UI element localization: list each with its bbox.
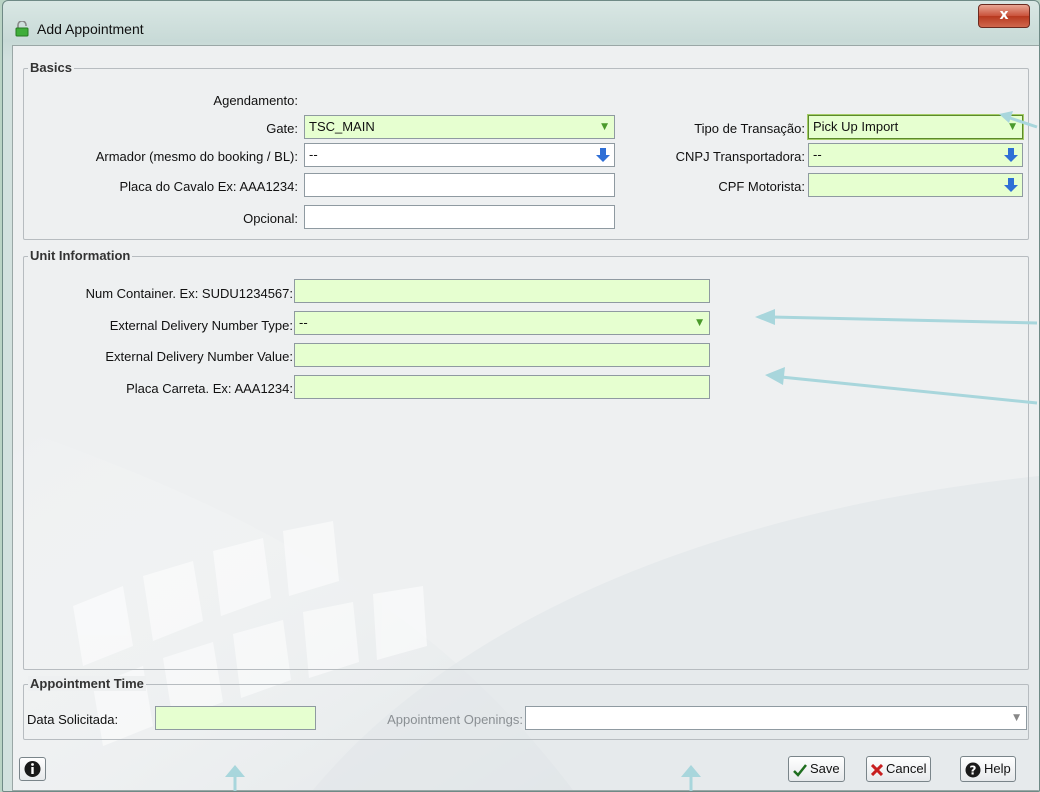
title-bar[interactable]: Add Appointment x [3, 1, 1039, 45]
cnpj-lookup-field[interactable]: -- [808, 143, 1023, 167]
data-solicitada-label: Data Solicitada: [27, 712, 119, 727]
tipo-transacao-value: Pick Up Import [813, 119, 899, 134]
ext-type-label: External Delivery Number Type: [109, 318, 293, 333]
tipo-transacao-label: Tipo de Transação: [694, 121, 805, 136]
cnpj-value: -- [813, 147, 822, 162]
placa-cavalo-input[interactable] [304, 173, 615, 197]
unit-info-legend: Unit Information [28, 248, 133, 263]
basics-legend: Basics [28, 60, 74, 75]
ext-value-input[interactable] [294, 343, 710, 367]
lookup-arrow-icon[interactable] [1003, 147, 1019, 163]
dropdown-caret-icon[interactable]: ▼ [1013, 707, 1020, 729]
annotation-arrow [755, 309, 1038, 325]
dialog-body: Basics Agendamento: Gate: TSC_MAIN ▼ Arm… [12, 45, 1039, 791]
cnpj-label: CNPJ Transportadora: [675, 149, 805, 164]
cpf-label: CPF Motorista: [718, 179, 805, 194]
container-input[interactable] [294, 279, 710, 303]
agendamento-label: Agendamento: [213, 93, 298, 108]
annotation-arrow [225, 765, 245, 791]
close-button[interactable]: x [978, 4, 1030, 28]
lookup-arrow-icon[interactable] [1003, 177, 1019, 193]
save-label: Save [810, 761, 840, 776]
lookup-arrow-icon[interactable] [595, 147, 611, 163]
window-title: Add Appointment [37, 21, 144, 37]
ext-type-select[interactable]: -- ▼ [294, 311, 710, 335]
placa-carreta-input[interactable] [294, 375, 710, 399]
ext-type-value: -- [299, 315, 308, 330]
close-icon: x [999, 7, 1009, 23]
padlock-icon [15, 21, 29, 37]
save-button[interactable]: Save [788, 756, 845, 782]
armador-label: Armador (mesmo do booking / BL): [95, 149, 298, 164]
dropdown-caret-icon[interactable]: ▼ [601, 116, 608, 138]
cancel-label: Cancel [886, 761, 927, 776]
check-icon [793, 763, 807, 777]
annotation-arrow [765, 367, 1038, 405]
cancel-button[interactable]: Cancel [866, 756, 932, 782]
gate-select[interactable]: TSC_MAIN ▼ [304, 115, 615, 139]
appointment-openings-label: Appointment Openings: [387, 712, 523, 727]
armador-value: -- [309, 147, 318, 162]
cross-icon [871, 763, 883, 776]
gate-label: Gate: [266, 121, 298, 136]
appointment-time-legend: Appointment Time [28, 676, 146, 691]
help-label: Help [984, 761, 1011, 776]
annotation-arrow [681, 765, 701, 791]
opcional-label: Opcional: [243, 211, 298, 226]
cpf-lookup-field[interactable] [808, 173, 1023, 197]
help-button[interactable]: ? Help [960, 756, 1016, 782]
ext-value-label: External Delivery Number Value: [105, 349, 293, 364]
info-button[interactable] [19, 757, 46, 781]
data-solicitada-input[interactable] [155, 706, 316, 730]
opcional-input[interactable] [304, 205, 615, 229]
add-appointment-window: Add Appointment x Basics Agendamento: Ga… [2, 0, 1040, 792]
annotation-arrow [999, 111, 1038, 129]
help-icon: ? [965, 762, 981, 778]
armador-lookup-field[interactable]: -- [304, 143, 615, 167]
dropdown-caret-icon[interactable]: ▼ [696, 312, 703, 334]
placa-cavalo-label: Placa do Cavalo Ex: AAA1234: [119, 179, 298, 194]
placa-carreta-label: Placa Carreta. Ex: AAA1234: [126, 381, 293, 396]
info-icon [24, 761, 41, 777]
svg-text:?: ? [970, 763, 977, 777]
appointment-openings-select[interactable]: ▼ [525, 706, 1027, 730]
container-label: Num Container. Ex: SUDU1234567: [85, 286, 293, 301]
tipo-transacao-select[interactable]: Pick Up Import ▼ [808, 115, 1023, 139]
gate-value: TSC_MAIN [309, 119, 375, 134]
